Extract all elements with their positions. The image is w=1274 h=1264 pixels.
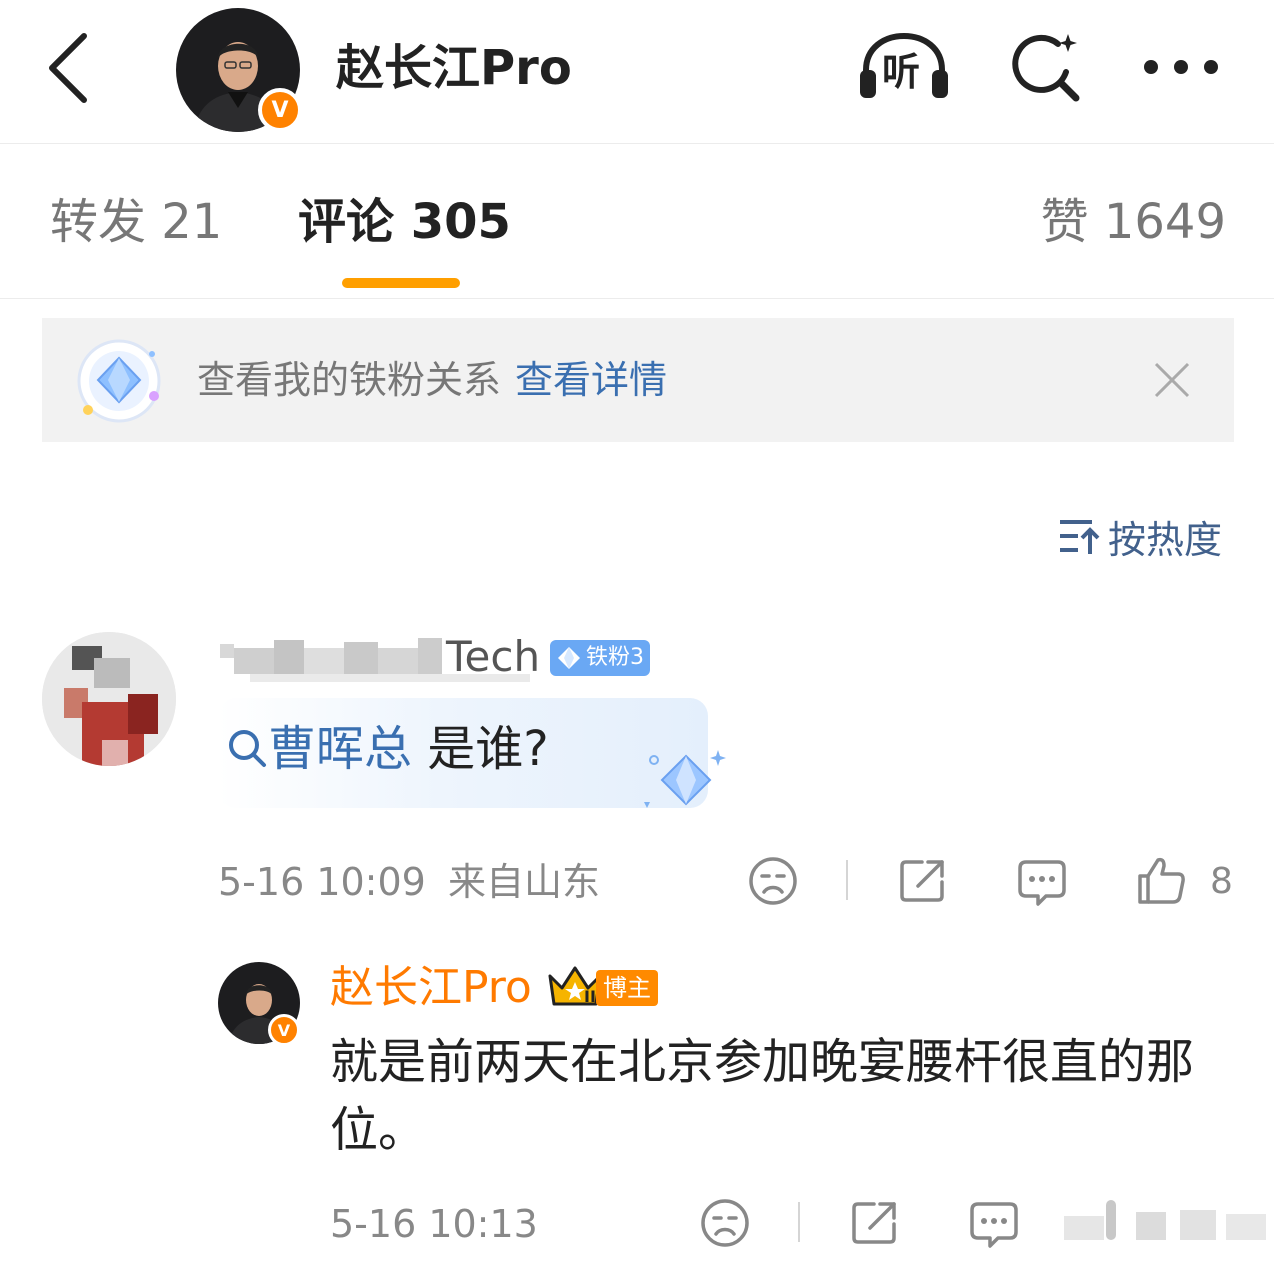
dislike-face-icon[interactable]	[748, 856, 798, 906]
tab-like[interactable]: 赞 1649	[1041, 192, 1226, 252]
diamond-fan-icon	[77, 339, 161, 423]
comment-text: 曹晖总 是谁?	[226, 718, 549, 780]
action-divider	[846, 860, 848, 900]
view-details-link[interactable]: 查看详情	[515, 358, 667, 402]
reply-text: 就是前两天在北京参加晚宴腰杆很直的那位。	[330, 1034, 1195, 1158]
sort-icon	[1060, 520, 1100, 554]
back-arrow-icon[interactable]	[44, 30, 94, 106]
listen-label: 听	[882, 50, 921, 94]
fan-badge-label: 铁粉3	[586, 645, 644, 670]
commenter-username[interactable]: Tech	[220, 630, 541, 684]
top-bar: V 赵长江Pro 听	[0, 0, 1274, 144]
reply-comment-icon[interactable]	[1016, 856, 1068, 908]
watermark-logo	[1040, 1196, 1274, 1264]
verified-badge: V	[258, 88, 302, 132]
reply-comment-icon[interactable]	[968, 1198, 1020, 1250]
fan-level-badge: 铁粉3	[550, 640, 650, 676]
crown-level: II	[584, 987, 596, 1006]
fan-relation-banner[interactable]: 查看我的铁粉关系 查看详情	[42, 318, 1234, 442]
sort-toggle[interactable]: 按热度	[1058, 510, 1222, 562]
page-title: 赵长江Pro	[336, 40, 572, 96]
tab-bar: 转发 21 评论 305 赞 1649	[0, 144, 1274, 299]
like-count: 8	[1210, 861, 1233, 902]
search-topic-icon[interactable]	[226, 727, 268, 769]
comment-time: 5-16 10:09	[218, 860, 426, 904]
diamond-decoration-icon	[644, 750, 726, 808]
share-icon[interactable]	[850, 1198, 900, 1248]
listen-button[interactable]: 听	[856, 30, 952, 102]
commenter-avatar[interactable]	[42, 632, 176, 766]
close-icon[interactable]	[1152, 360, 1192, 400]
banner-text: 查看我的铁粉关系	[197, 358, 502, 402]
comment-body: 是谁?	[412, 721, 549, 777]
action-divider	[798, 1202, 800, 1242]
sort-label: 按热度	[1108, 517, 1223, 562]
active-tab-indicator	[342, 278, 460, 288]
comment-location: 来自山东	[447, 860, 600, 904]
search-icon[interactable]	[1006, 30, 1084, 106]
diamond-icon	[558, 647, 580, 669]
topic-link[interactable]: 曹晖总	[268, 721, 412, 777]
blogger-badge: 博主	[596, 970, 658, 1006]
share-icon[interactable]	[898, 856, 948, 906]
tab-repost[interactable]: 转发 21	[50, 192, 222, 252]
tab-comment[interactable]: 评论 305	[298, 192, 511, 252]
more-icon[interactable]	[1142, 56, 1220, 78]
username-visible-part: Tech	[446, 632, 541, 681]
blogger-verified-badge: V	[268, 1014, 300, 1046]
dislike-face-icon[interactable]	[700, 1198, 750, 1248]
reply-time: 5-16 10:13	[330, 1202, 538, 1246]
comment-meta: 5-16 10:09 来自山东	[218, 856, 600, 908]
thumbs-up-icon[interactable]	[1136, 854, 1188, 906]
blogger-username[interactable]: 赵长江Pro	[330, 960, 532, 1016]
